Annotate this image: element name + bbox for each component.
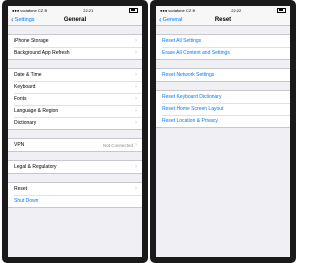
row-label: Reset All Settings bbox=[162, 38, 202, 44]
row-dictionary[interactable]: Dictionary › bbox=[8, 117, 142, 129]
row-label: Language & Region bbox=[14, 108, 59, 114]
row-label: Date & Time bbox=[14, 72, 42, 78]
row-label: Reset Location & Privacy bbox=[162, 118, 218, 124]
vpn-status: Not Connected bbox=[102, 142, 133, 148]
row-reset-keyboard-dictionary[interactable]: Reset Keyboard Dictionary bbox=[156, 91, 290, 103]
chevron-right-icon: › bbox=[135, 186, 137, 192]
row-label: Background App Refresh bbox=[14, 50, 70, 56]
nav-bar: ‹ General Reset bbox=[156, 14, 290, 26]
row-background-app-refresh[interactable]: Background App Refresh › bbox=[8, 47, 142, 59]
row-reset-location-privacy[interactable]: Reset Location & Privacy bbox=[156, 115, 290, 127]
chevron-right-icon: › bbox=[135, 120, 137, 126]
settings-group: iPhone Storage › Background App Refresh … bbox=[8, 34, 142, 60]
row-label: Reset bbox=[14, 186, 28, 192]
chevron-right-icon: › bbox=[135, 84, 137, 90]
settings-group: VPN Not Connected › bbox=[8, 138, 142, 152]
row-reset-network-settings[interactable]: Reset Network Settings bbox=[156, 69, 290, 81]
row-label: Keyboard bbox=[14, 84, 36, 90]
row-legal-regulatory[interactable]: Legal & Regulatory › bbox=[8, 161, 142, 173]
carrier-label: vodafone CZ bbox=[20, 7, 44, 13]
nav-bar: ‹ Settings General bbox=[8, 14, 142, 26]
row-erase-all-content[interactable]: Erase All Content and Settings bbox=[156, 47, 290, 59]
reset-group: Reset All Settings Erase All Content and… bbox=[156, 34, 290, 60]
chevron-right-icon: › bbox=[135, 142, 137, 148]
reset-group: Reset Keyboard Dictionary Reset Home Scr… bbox=[156, 90, 290, 128]
reset-group: Reset Network Settings bbox=[156, 68, 290, 82]
status-bar: ●●● vodafone CZ ≋ 22:22 bbox=[156, 6, 290, 14]
phone-general: ●●● vodafone CZ ≋ 22:21 ‹ Settings Gener… bbox=[2, 0, 148, 263]
row-reset[interactable]: Reset › bbox=[8, 183, 142, 195]
chevron-right-icon: › bbox=[135, 72, 137, 78]
row-label: Shut Down bbox=[14, 198, 39, 204]
signal-icon: ●●● bbox=[160, 7, 168, 13]
settings-group: Reset › Shut Down bbox=[8, 182, 142, 208]
row-label: Reset Home Screen Layout bbox=[162, 106, 224, 112]
carrier-label: vodafone CZ bbox=[168, 7, 192, 13]
row-label: Reset Network Settings bbox=[162, 72, 215, 78]
row-shut-down[interactable]: Shut Down bbox=[8, 195, 142, 207]
chevron-right-icon: › bbox=[135, 108, 137, 114]
chevron-left-icon: ‹ bbox=[11, 14, 14, 24]
row-vpn[interactable]: VPN Not Connected › bbox=[8, 139, 142, 151]
general-screen: ●●● vodafone CZ ≋ 22:21 ‹ Settings Gener… bbox=[8, 6, 142, 257]
row-keyboard[interactable]: Keyboard › bbox=[8, 81, 142, 93]
row-date-time[interactable]: Date & Time › bbox=[8, 69, 142, 81]
row-label: Legal & Regulatory bbox=[14, 164, 57, 170]
settings-group: Legal & Regulatory › bbox=[8, 160, 142, 174]
wifi-icon: ≋ bbox=[192, 7, 196, 13]
signal-icon: ●●● bbox=[12, 7, 20, 13]
page-title: General bbox=[63, 16, 87, 23]
wifi-icon: ≋ bbox=[44, 7, 48, 13]
status-time: 22:22 bbox=[231, 7, 242, 13]
back-button[interactable]: ‹ General bbox=[159, 14, 182, 25]
reset-screen: ●●● vodafone CZ ≋ 22:22 ‹ General Reset … bbox=[156, 6, 290, 257]
back-button[interactable]: ‹ Settings bbox=[11, 14, 35, 25]
row-reset-home-screen-layout[interactable]: Reset Home Screen Layout bbox=[156, 103, 290, 115]
row-reset-all-settings[interactable]: Reset All Settings bbox=[156, 35, 290, 47]
status-bar: ●●● vodafone CZ ≋ 22:21 bbox=[8, 6, 142, 14]
battery-icon bbox=[277, 7, 286, 13]
row-label: iPhone Storage bbox=[14, 38, 49, 44]
status-time: 22:21 bbox=[83, 7, 94, 13]
row-label: Fonts bbox=[14, 96, 27, 102]
row-iphone-storage[interactable]: iPhone Storage › bbox=[8, 35, 142, 47]
chevron-right-icon: › bbox=[135, 50, 137, 56]
row-label: Reset Keyboard Dictionary bbox=[162, 94, 222, 100]
row-language-region[interactable]: Language & Region › bbox=[8, 105, 142, 117]
battery-icon bbox=[129, 7, 138, 13]
chevron-right-icon: › bbox=[135, 96, 137, 102]
back-label: General bbox=[162, 16, 183, 23]
page-title: Reset bbox=[214, 16, 232, 23]
chevron-right-icon: › bbox=[135, 38, 137, 44]
row-label: VPN bbox=[14, 142, 25, 148]
back-label: Settings bbox=[14, 16, 35, 23]
chevron-left-icon: ‹ bbox=[159, 14, 162, 24]
chevron-right-icon: › bbox=[135, 164, 137, 170]
row-label: Erase All Content and Settings bbox=[162, 50, 230, 56]
row-fonts[interactable]: Fonts › bbox=[8, 93, 142, 105]
row-label: Dictionary bbox=[14, 120, 37, 126]
settings-group: Date & Time › Keyboard › Fonts › Languag… bbox=[8, 68, 142, 130]
phone-reset: ●●● vodafone CZ ≋ 22:22 ‹ General Reset … bbox=[150, 0, 296, 263]
